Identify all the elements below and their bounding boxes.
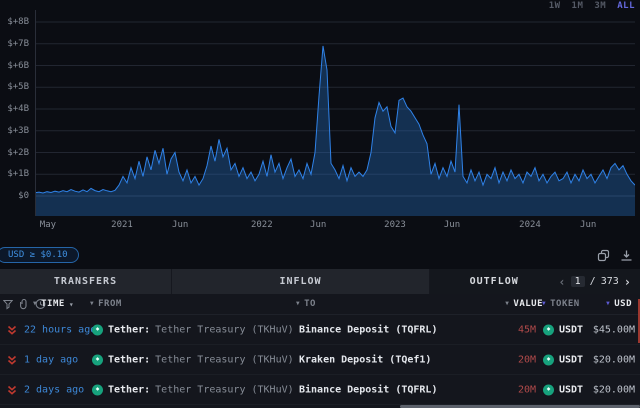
transfer-usd: $20.00M — [592, 384, 635, 395]
volume-chart-section: 1W 1M 3M ALL $+8B $+7B $+6B $+5B $+4B $+3B $+2… — [0, 0, 640, 245]
flow-tabs: TRANSFERS INFLOW OUTFLOW ‹ 1 / 373 › — [0, 269, 640, 294]
x-tick-label: Jun — [580, 220, 597, 230]
column-header-from[interactable]: ▼ FROM — [90, 299, 122, 309]
area-chart[interactable] — [35, 0, 635, 216]
from-filter-icon[interactable]: ▼ — [90, 301, 94, 307]
column-label-time: TIME — [41, 299, 65, 309]
page-current: 1 — [570, 276, 585, 287]
x-tick-label: May — [39, 220, 57, 230]
tether-logo-icon: ◆ — [543, 384, 554, 395]
transfer-value: 20M — [517, 384, 536, 395]
transfer-from[interactable]: ◆ Tether: Tether Treasury (TKHuV) — [92, 384, 294, 395]
to-filter-icon[interactable]: ▼ — [296, 301, 300, 307]
transfer-time-link[interactable]: 22 hours ago — [24, 324, 96, 335]
column-label-value: VALUE — [513, 299, 543, 309]
y-tick-label: $+4B — [7, 104, 29, 114]
x-tick-label: 2024 — [519, 220, 541, 230]
outflow-arrow-icon — [7, 325, 17, 335]
column-label-from: FROM — [98, 299, 122, 309]
outflow-arrow-icon — [7, 385, 17, 395]
tether-logo-icon: ◆ — [92, 354, 103, 365]
token-filter-icon[interactable]: ▼ — [542, 301, 546, 307]
chart-x-axis: May 2021 Jun 2022 Jun 2023 Jun 2024 Jun — [0, 220, 640, 234]
x-tick-label: Jun — [443, 220, 461, 230]
filter-funnel-icon[interactable] — [3, 299, 13, 309]
outflow-arrow-icon — [7, 355, 17, 365]
table-header: ▼ TIME ▾ ▼ FROM ▼ TO ▼ VALUE ▼ TOKEN ▼ U… — [0, 294, 640, 315]
y-tick-label: $+6B — [7, 60, 29, 71]
copy-icon[interactable] — [597, 249, 610, 262]
chart-y-axis: $+8B $+7B $+6B $+5B $+4B $+3B $+2B $+1B $0 — [0, 0, 31, 216]
table-row[interactable]: 1 day ago ◆ Tether: Tether Treasury (TKH… — [0, 345, 640, 375]
time-sort-caret-icon[interactable]: ▾ — [69, 300, 74, 309]
transfer-to[interactable]: Kraken Deposit (TQef1) — [299, 354, 431, 365]
column-header-to[interactable]: ▼ TO — [296, 299, 316, 309]
chart-toolbar — [597, 249, 633, 262]
transfer-to[interactable]: Binance Deposit (TQFRL) — [299, 384, 437, 395]
column-label-to: TO — [304, 299, 316, 309]
value-filter-icon[interactable]: ▼ — [505, 301, 509, 307]
y-tick-label: $+5B — [7, 82, 29, 93]
tab-outflow[interactable]: OUTFLOW — [430, 276, 558, 287]
time-filter-icon[interactable]: ▼ — [33, 301, 37, 307]
tether-logo-icon: ◆ — [543, 324, 554, 335]
transfer-value: 45M — [517, 324, 536, 335]
tether-logo-icon: ◆ — [92, 324, 103, 335]
from-entity-name: Tether: — [108, 384, 151, 395]
page-next-icon[interactable]: › — [624, 276, 631, 288]
page-total: 373 — [600, 276, 619, 287]
y-tick-label: $+8B — [7, 17, 29, 27]
transfer-from[interactable]: ◆ Tether: Tether Treasury (TKHuV) — [92, 354, 294, 365]
y-tick-label: $+2B — [7, 147, 29, 158]
tab-inflow[interactable]: INFLOW — [172, 269, 430, 294]
transfer-value: 20M — [517, 354, 536, 365]
column-header-time[interactable]: ▼ TIME ▾ — [33, 299, 74, 309]
x-tick-label: 2023 — [384, 220, 406, 230]
y-tick-label: $+1B — [7, 169, 29, 180]
y-tick-label: $+3B — [7, 125, 29, 136]
column-header-value[interactable]: ▼ VALUE — [505, 299, 543, 309]
usd-filter-pill[interactable]: USD ≥ $0.10 — [0, 247, 79, 263]
tether-logo-icon: ◆ — [92, 384, 103, 395]
y-tick-label: $+7B — [7, 38, 29, 49]
x-tick-label: Jun — [310, 220, 327, 230]
from-entity-name: Tether: — [108, 324, 151, 335]
download-icon[interactable] — [620, 249, 633, 262]
column-header-token[interactable]: ▼ TOKEN — [542, 299, 580, 309]
from-entity-detail: Tether Treasury (TKHuV) — [155, 324, 294, 335]
from-entity-detail: Tether Treasury (TKHuV) — [155, 384, 294, 395]
arkham-dashboard: { "range_buttons": [ {"label":"1W","acti… — [0, 0, 640, 408]
transfer-to[interactable]: Binance Deposit (TQFRL) — [299, 324, 437, 335]
table-row[interactable]: 2 days ago ◆ Tether: Tether Treasury (TK… — [0, 375, 640, 405]
transfer-from[interactable]: ◆ Tether: Tether Treasury (TKHuV) — [92, 324, 294, 335]
x-tick-label: Jun — [172, 220, 189, 230]
tab-outflow-region: OUTFLOW ‹ 1 / 373 › — [430, 269, 640, 294]
y-tick-label: $0 — [18, 191, 29, 201]
from-entity-name: Tether: — [108, 354, 151, 365]
column-label-usd: USD — [614, 299, 632, 309]
x-tick-label: 2021 — [111, 220, 133, 230]
page-prev-icon[interactable]: ‹ — [558, 276, 565, 288]
page-separator: / — [589, 276, 596, 287]
paperclip-icon[interactable] — [19, 298, 29, 310]
tether-logo-icon: ◆ — [543, 354, 554, 365]
column-header-usd[interactable]: ▼ USD — [606, 299, 632, 309]
transfer-usd: $20.00M — [592, 354, 635, 365]
from-entity-detail: Tether Treasury (TKHuV) — [155, 354, 294, 365]
transfer-time-link[interactable]: 2 days ago — [24, 384, 84, 395]
pagination: ‹ 1 / 373 › — [558, 276, 640, 288]
transfer-time-link[interactable]: 1 day ago — [24, 354, 78, 365]
table-row[interactable]: 22 hours ago ◆ Tether: Tether Treasury (… — [0, 315, 640, 345]
transfer-usd: $45.00M — [592, 324, 635, 335]
x-tick-label: 2022 — [250, 220, 273, 230]
tab-transfers[interactable]: TRANSFERS — [0, 269, 172, 294]
column-label-token: TOKEN — [550, 299, 580, 309]
transfers-panel: TRANSFERS INFLOW OUTFLOW ‹ 1 / 373 › ▼ T… — [0, 269, 640, 408]
usd-filter-icon[interactable]: ▼ — [606, 301, 610, 307]
